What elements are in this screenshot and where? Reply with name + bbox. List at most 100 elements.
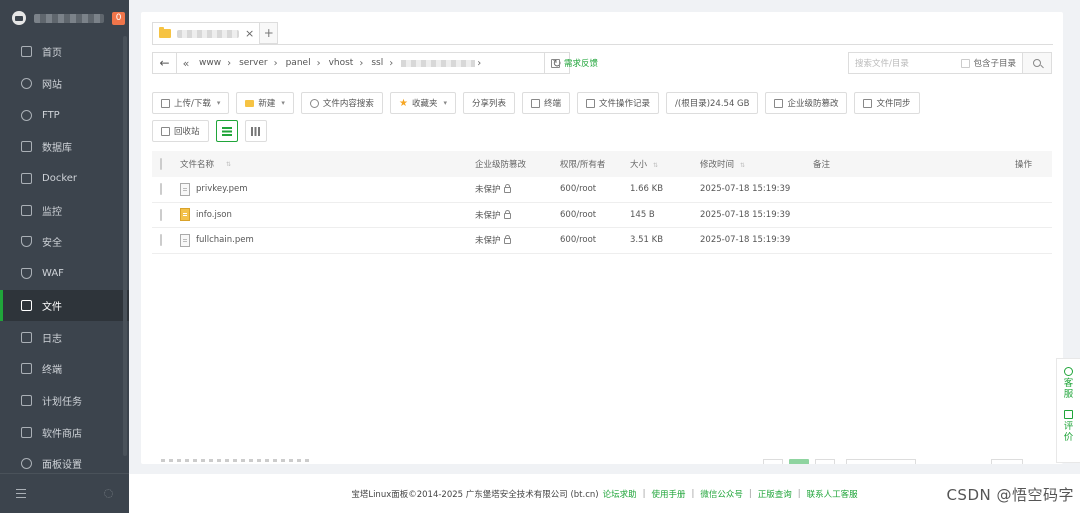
sidebar-item-waf[interactable]: WAF (0, 258, 129, 290)
disk-usage-button[interactable]: /(根目录)24.54 GB (666, 92, 759, 114)
grid-view-button[interactable] (244, 120, 267, 142)
sidebar-item-monitor[interactable]: 监控 (0, 194, 129, 226)
sidebar-item-ftp[interactable]: FTP (0, 99, 129, 131)
double-chevron-left-icon[interactable]: « (179, 57, 193, 70)
column-header-size[interactable]: 大小 ⇅ (630, 158, 700, 170)
prev-page-button[interactable] (763, 459, 783, 464)
protection-status: 未保护 (475, 236, 501, 247)
license-check-link[interactable]: 正版查询 (758, 488, 792, 500)
sidebar-item-label: 监控 (42, 206, 62, 218)
sidebar-item-label: 数据库 (42, 143, 72, 155)
include-subdir-checkbox[interactable] (961, 58, 971, 68)
sidebar-item-home[interactable]: 首页 (0, 36, 129, 68)
breadcrumb-item[interactable]: server (233, 58, 272, 68)
file-icon (180, 233, 190, 247)
button-label: 收藏夹 (411, 99, 438, 109)
page-size-select[interactable] (846, 459, 916, 464)
add-tab-button[interactable]: + (260, 22, 279, 44)
search-icon (1033, 59, 1041, 67)
watermark: CSDN @悟空码字 (946, 486, 1074, 504)
collapse-menu-icon[interactable] (16, 489, 26, 498)
sidebar-item-logs[interactable]: 日志 (0, 321, 129, 353)
manual-link[interactable]: 使用手册 (651, 488, 685, 500)
share-list-button[interactable]: 分享列表 (462, 92, 515, 114)
sort-icon[interactable]: ⇅ (226, 161, 231, 168)
file-name[interactable]: privkey.pem (196, 184, 248, 194)
unlock-icon[interactable] (503, 235, 511, 245)
favorites-button[interactable]: ★ 收藏夹 ▾ (389, 92, 456, 114)
review-button[interactable]: 评价 (1064, 410, 1074, 443)
breadcrumb-item[interactable]: ssl (365, 58, 387, 68)
file-permission[interactable]: 600/root (560, 235, 630, 245)
file-log-button[interactable]: 文件操作记录 (577, 92, 660, 114)
file-name[interactable]: info.json (196, 210, 232, 220)
sort-icon[interactable]: ⇅ (740, 162, 745, 169)
recycle-bin-button[interactable]: 回收站 (152, 120, 209, 142)
button-label: 文件内容搜索 (322, 99, 374, 109)
chevron-down-icon: ▾ (281, 99, 285, 107)
search-button[interactable] (1023, 52, 1052, 74)
search-input[interactable]: 搜索文件/目录 包含子目录 (848, 52, 1023, 74)
column-header-mtime[interactable]: 修改时间 ⇅ (700, 158, 813, 170)
customer-service-button[interactable]: 客服 (1064, 367, 1074, 400)
sidebar-item-security[interactable]: 安全 (0, 226, 129, 258)
upload-download-button[interactable]: 上传/下载 ▾ (152, 92, 230, 114)
close-icon[interactable]: × (245, 27, 254, 40)
forum-help-link[interactable]: 论坛求助 (603, 488, 637, 500)
row-checkbox[interactable] (160, 208, 162, 221)
breadcrumb-item[interactable]: www (193, 58, 225, 68)
button-label: 企业级防篡改 (787, 99, 839, 109)
sidebar-item-docker[interactable]: Docker (0, 163, 129, 195)
breadcrumb-item[interactable]: vhost (323, 58, 358, 68)
file-name[interactable]: fullchain.pem (196, 235, 254, 245)
page-jump-input[interactable] (991, 459, 1023, 464)
table-row[interactable]: privkey.pem 未保护 600/root 1.66 KB 2025-07… (152, 177, 1052, 203)
sidebar-menu: 首页 网站 FTP 数据库 Docker 监控 安全 WAF 文件 日志 终端 … (0, 36, 129, 480)
grid-view-icon (251, 126, 261, 136)
settings-gear-icon[interactable] (104, 489, 113, 498)
table-row[interactable]: fullchain.pem 未保护 600/root 3.51 KB 2025-… (152, 228, 1052, 254)
unlock-icon[interactable] (503, 209, 511, 219)
current-page-button[interactable] (789, 459, 809, 464)
file-mtime: 2025-07-18 15:19:39 (700, 209, 791, 220)
content-search-button[interactable]: 文件内容搜索 (300, 92, 383, 114)
tab-current-folder[interactable]: × (152, 22, 261, 44)
terminal-button[interactable]: 终端 (521, 92, 570, 114)
row-checkbox[interactable] (160, 183, 162, 196)
sidebar-scrollbar[interactable] (123, 36, 127, 456)
include-subdir-option[interactable]: 包含子目录 (961, 57, 1016, 69)
new-folder-icon (245, 99, 255, 107)
sidebar-item-terminal[interactable]: 终端 (0, 353, 129, 385)
table-row[interactable]: info.json 未保护 600/root 145 B 2025-07-18 … (152, 203, 1052, 228)
tamper-protection-button[interactable]: 企业级防篡改 (765, 92, 848, 114)
sidebar-item-store[interactable]: 软件商店 (0, 416, 129, 448)
sort-icon[interactable]: ⇅ (653, 162, 658, 169)
new-button[interactable]: 新建 ▾ (236, 92, 294, 114)
breadcrumb-item-blurred[interactable] (401, 59, 476, 67)
sidebar-item-label: Docker (42, 173, 78, 185)
list-view-button[interactable] (215, 120, 238, 142)
pagination-bar-cutoff (141, 459, 1063, 464)
back-button[interactable]: ← (153, 53, 177, 73)
wechat-link[interactable]: 微信公众号 (700, 488, 743, 500)
column-header-name[interactable]: 文件名称 ⇅ (180, 158, 475, 170)
contact-support-link[interactable]: 联系人工客服 (807, 488, 858, 500)
sidebar-item-files[interactable]: 文件 (0, 289, 129, 322)
button-label: 文件同步 (876, 99, 911, 109)
logo-icon (12, 11, 26, 25)
file-permission[interactable]: 600/root (560, 184, 630, 194)
select-all-checkbox[interactable] (160, 158, 162, 170)
notification-badge[interactable]: 0 (112, 11, 125, 25)
file-sync-button[interactable]: 文件同步 (854, 92, 920, 114)
feedback-link[interactable]: 需求反馈 (551, 57, 598, 69)
file-mtime: 2025-07-18 15:19:39 (700, 184, 791, 195)
breadcrumb-item[interactable]: panel (280, 58, 315, 68)
file-permission[interactable]: 600/root (560, 210, 630, 220)
monitor-icon (21, 204, 32, 216)
unlock-icon[interactable] (503, 184, 511, 194)
row-checkbox[interactable] (160, 234, 162, 247)
sidebar-item-database[interactable]: 数据库 (0, 131, 129, 163)
sidebar-item-cron[interactable]: 计划任务 (0, 385, 129, 417)
sidebar-item-website[interactable]: 网站 (0, 68, 129, 100)
next-page-button[interactable] (815, 459, 835, 464)
